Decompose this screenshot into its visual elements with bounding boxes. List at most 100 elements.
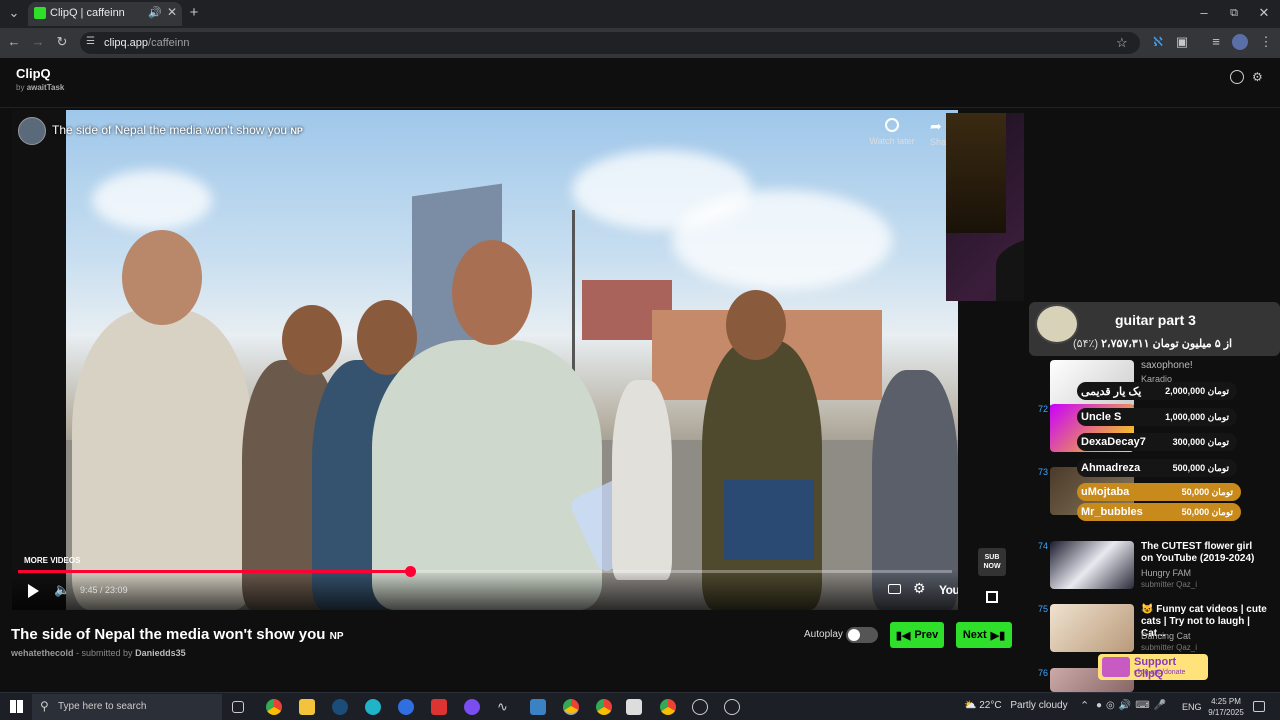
site-info-icon[interactable]: ☰	[86, 36, 95, 47]
donor-name: Ahmadreza	[1081, 462, 1141, 474]
cloud	[672, 190, 892, 290]
queue-item-number: 72	[1038, 404, 1049, 414]
language-indicator[interactable]: ENG	[1182, 702, 1202, 712]
watch-later-button[interactable]: Watch later	[864, 118, 920, 146]
app-icon[interactable]	[530, 699, 546, 715]
donation-alert: Mr_bubbles 50,000 تومان	[1077, 503, 1241, 521]
notification-icon[interactable]	[1253, 701, 1265, 712]
channel-link[interactable]: wehatethecold	[11, 648, 74, 658]
window-close-icon[interactable]: ✕	[1256, 6, 1272, 22]
tab-close-icon[interactable]: ✕	[167, 5, 177, 19]
donation-alert: DexaDecay7 300,000 تومان	[1077, 433, 1237, 451]
audio-wave-icon[interactable]: ∿	[497, 699, 513, 715]
tray-icons[interactable]: ●◎🔊⌨🎤	[1096, 700, 1170, 711]
clock-date: 9/17/2025	[1208, 708, 1244, 717]
video-info: The side of Nepal the media won't show y…	[0, 610, 1280, 692]
video-overlay-title-text: The side of Nepal the media won't show y…	[52, 123, 288, 137]
queue-sidebar: saxophone! Karadio 72 73 74 The CUTEST f…	[1024, 110, 1280, 692]
tab-audio-icon[interactable]: 🔊	[148, 6, 162, 19]
app-icon[interactable]	[398, 699, 414, 715]
history-icon[interactable]	[1230, 70, 1244, 84]
app-icon[interactable]	[431, 699, 447, 715]
profile-avatar-icon[interactable]	[1232, 34, 1248, 50]
app-icon[interactable]	[464, 699, 480, 715]
donor-name: Uncle S	[1081, 411, 1122, 423]
taskbar-search[interactable]: ⚲ Type here to search	[32, 694, 222, 720]
url-path: /caffeinn	[148, 37, 190, 49]
clock[interactable]: 4:25 PM 9/17/2025	[1206, 696, 1246, 718]
next-button[interactable]: Next ▶▮	[956, 622, 1012, 648]
chrome-icon[interactable]	[266, 699, 282, 715]
favicon-play-icon	[34, 7, 46, 19]
browser-tab-active[interactable]: ClipQ | caffeinn 🔊 ✕	[28, 2, 182, 26]
extension-translate-icon[interactable]: ℵ	[1150, 35, 1166, 51]
address-bar[interactable]: ☰ clipq.app/caffeinn ☆	[80, 32, 1140, 54]
windows-start-icon[interactable]	[10, 700, 23, 713]
back-icon[interactable]: ←	[6, 35, 22, 51]
chrome-icon[interactable]	[596, 699, 612, 715]
progress-track[interactable]	[18, 566, 952, 577]
video-overlay-title[interactable]: The side of Nepal the media won't show y…	[52, 123, 303, 137]
video-meta: wehatethecold - submitted by Daniedds35	[11, 648, 186, 658]
brand-logo[interactable]: ClipQ by awaitTask	[16, 66, 64, 92]
chrome-icon[interactable]	[563, 699, 579, 715]
donation-alert: Uncle S 1,000,000 تومان	[1077, 408, 1237, 426]
time-separator: /	[97, 585, 106, 595]
clock-app-icon[interactable]	[724, 699, 740, 715]
autoplay-toggle[interactable]	[846, 627, 878, 643]
weather-desc: Partly cloudy	[1010, 700, 1068, 711]
subtitles-icon[interactable]	[888, 584, 901, 594]
more-videos-label[interactable]: MORE VIDEOS	[24, 556, 80, 565]
player-controls: 🔈 9:45 / 23:09 ⚙ YouTube	[12, 566, 958, 610]
queue-item-number: 74	[1038, 541, 1049, 551]
app-header: ClipQ by awaitTask ⚙	[0, 58, 1280, 108]
autoplay-label: Autoplay	[804, 629, 843, 640]
reading-list-icon[interactable]: ≡	[1208, 35, 1224, 51]
donation-amount: 50,000 تومان	[1181, 486, 1233, 497]
forward-icon[interactable]: →	[30, 35, 46, 51]
file-explorer-icon[interactable]	[299, 699, 315, 715]
bookmark-star-icon[interactable]: ☆	[1116, 35, 1128, 51]
task-view-icon[interactable]	[232, 701, 244, 713]
weather-widget[interactable]: ⛅ 22°C Partly cloudy	[964, 700, 1068, 711]
app-icon[interactable]	[626, 699, 642, 715]
queue-item-title: The CUTEST flower girl on YouTube (2019-…	[1141, 541, 1255, 564]
youtube-logo[interactable]: YouTube	[939, 583, 958, 597]
next-label: Next	[962, 629, 987, 641]
video-player[interactable]: The side of Nepal the media won't show y…	[12, 110, 958, 610]
donation-amount: 300,000 تومان	[1172, 436, 1229, 447]
steam-icon[interactable]	[332, 699, 348, 715]
channel-avatar[interactable]	[18, 117, 46, 145]
poster	[946, 113, 1006, 233]
chrome-menu-icon[interactable]: ⋮	[1258, 35, 1274, 51]
new-tab-icon[interactable]: +	[186, 5, 202, 22]
video-title-text: The side of Nepal the media won't show y…	[11, 626, 326, 643]
progress-scrubber[interactable]	[405, 566, 417, 577]
time-total: 23:09	[105, 585, 128, 595]
tab-list-chevron-icon[interactable]: ⌄	[6, 6, 22, 22]
cloud	[92, 170, 212, 230]
settings-gear-icon[interactable]: ⚙	[913, 580, 926, 597]
fullscreen-icon[interactable]	[986, 591, 998, 603]
window-restore-icon[interactable]: ⧉	[1226, 6, 1242, 22]
submitter-link[interactable]: Daniedds35	[135, 648, 186, 658]
sub-now-badge[interactable]: SUB NOW	[978, 548, 1006, 576]
brand-name: ClipQ	[16, 66, 51, 81]
settings-sliders-icon[interactable]: ⚙	[1252, 70, 1263, 84]
reload-icon[interactable]: ↻	[54, 35, 70, 51]
video-scene	[12, 110, 958, 610]
url-host: clipq.app	[104, 37, 149, 49]
media-player-icon[interactable]	[692, 699, 708, 715]
donation-alert: uMojtaba 50,000 تومان	[1077, 483, 1241, 501]
volume-icon[interactable]: 🔈	[54, 582, 70, 598]
donation-alert: Ahmadreza 500,000 تومان	[1077, 459, 1237, 477]
prev-button[interactable]: ▮◀ Prev	[890, 622, 944, 648]
weather-temp: 22°C	[979, 700, 1002, 711]
edge-icon[interactable]	[365, 699, 381, 715]
tray-chevron-icon[interactable]: ⌃	[1080, 699, 1089, 712]
autoplay-toggle-knob	[848, 629, 860, 641]
extensions-puzzle-icon[interactable]: ▣	[1174, 35, 1190, 51]
play-icon[interactable]	[28, 584, 39, 598]
window-minimize-icon[interactable]: –	[1196, 6, 1212, 22]
chrome-icon[interactable]	[660, 699, 676, 715]
